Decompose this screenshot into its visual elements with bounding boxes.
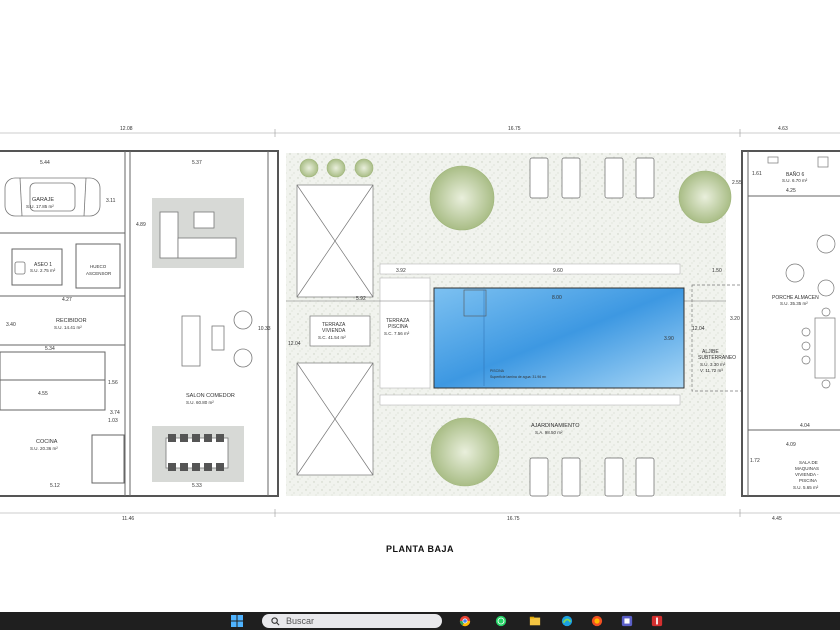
room-garaje-name: GARAJE xyxy=(32,197,54,203)
room-maquinas-name4: PISCINA xyxy=(799,478,817,483)
dim-recibidor-w: 4.27 xyxy=(62,297,72,303)
dim-pool-w: 9.60 xyxy=(553,268,563,274)
dim-salon-top: 5.37 xyxy=(192,160,202,166)
taskbar: Buscar xyxy=(0,612,840,630)
room-piscina-name: PISCINA xyxy=(490,369,505,373)
dim-salon-side: 4.89 xyxy=(136,222,146,228)
dim-pool-right: 1.50 xyxy=(712,268,722,274)
room-ascensor-name2: ASCENSOR xyxy=(86,271,112,276)
room-ascensor-name: HUECO xyxy=(90,264,107,269)
dim-pool-left: 3.92 xyxy=(396,268,406,274)
room-aljibe-area: S.U. 3.30 m² xyxy=(700,362,726,367)
dim-cocina-w: 4.55 xyxy=(38,391,48,397)
dim-cocina-top: 5.34 xyxy=(45,346,55,352)
browser-icon[interactable] xyxy=(560,615,574,627)
room-aseo-area: S.U. 2.75 m² xyxy=(30,268,56,273)
room-terraza-vivienda-area: S.C. 41.54 m² xyxy=(318,335,346,340)
room-aljibe-area2: V: 11.72 m³ xyxy=(700,368,723,373)
room-recibidor-name: RECIBIDOR xyxy=(56,318,87,324)
room-maquinas-area: S.U. 5.65 m² xyxy=(793,485,819,490)
red-app-icon[interactable] xyxy=(650,615,664,627)
dim-cocina-side: 3.74 xyxy=(110,410,120,416)
dim-pool-h: 3.90 xyxy=(664,336,674,342)
dim-cocina-v1: 1.56 xyxy=(108,380,118,386)
dim-recibidor-h: 3.40 xyxy=(6,322,16,328)
files-icon[interactable] xyxy=(528,615,542,627)
chrome-icon[interactable] xyxy=(458,615,472,627)
room-terraza-piscina-area: S.C. 7.56 m² xyxy=(384,331,410,336)
dim-garaje-w: 5.44 xyxy=(40,160,50,166)
dim-bottom-mid: 16.75 xyxy=(507,516,520,522)
dim-pool-inner-w: 8.00 xyxy=(552,295,562,301)
toilet-icon xyxy=(14,261,26,275)
room-garaje-area: S.U. 17.85 m² xyxy=(26,204,54,209)
dim-terraza-h: 12.04 xyxy=(288,341,301,347)
room-ajardinamiento-area: S.A. 98.50 m² xyxy=(535,430,563,435)
floor-plan: 12.08 16.75 4.63 11.46 16.75 4.45 GARAJE… xyxy=(0,126,840,522)
room-terraza-piscina-name2: PISCINA xyxy=(388,324,409,330)
room-salon-name: SALON COMEDOR xyxy=(186,393,235,399)
dim-salon-mid: 10.33 xyxy=(258,326,271,332)
room-maquinas-name: SALA DE xyxy=(799,460,818,465)
dim-top-left: 12.08 xyxy=(120,126,133,132)
search-placeholder: Buscar xyxy=(286,616,315,626)
sofa-area xyxy=(152,198,244,268)
pool xyxy=(433,287,685,389)
lounge-furniture xyxy=(181,310,253,368)
room-cocina-area: S.U. 20.36 m² xyxy=(30,446,58,451)
dim-maquinas-v: 1.72 xyxy=(750,458,760,464)
dim-bottom-right: 4.45 xyxy=(772,516,782,522)
dim-bano-w: 4.25 xyxy=(786,188,796,194)
search-icon xyxy=(271,617,280,626)
dim-cocina-v2: 1.03 xyxy=(108,418,118,424)
room-porche-area: S.U. 35.35 m² xyxy=(780,301,808,306)
room-aljibe-name2: SUBTERRANEO xyxy=(698,355,736,361)
dim-maquinas-w: 4.09 xyxy=(786,442,796,448)
dim-bano-h: 2.55 xyxy=(732,180,742,186)
room-maquinas-name3: VIVIENDA - xyxy=(795,472,819,477)
dim-bottom-left: 11.46 xyxy=(122,516,134,522)
room-piscina-area: Superficie lamina de agua: 31.96 m² xyxy=(490,375,547,379)
room-terraza-vivienda-name2: VIVIENDA xyxy=(322,328,346,334)
room-maquinas-name2: MAQUINAS xyxy=(795,466,819,471)
dim-porche-w: 4.04 xyxy=(800,423,810,429)
whatsapp-icon[interactable] xyxy=(494,615,508,627)
app-icon-2[interactable] xyxy=(620,615,634,627)
room-ajardinamiento-name: AJARDINAMIENTO xyxy=(531,423,580,429)
dim-aljibe-h: 3.20 xyxy=(730,316,740,322)
room-bano-area: S.U. 6.70 m² xyxy=(782,178,808,183)
porche-furniture xyxy=(785,234,836,389)
plan-title: PLANTA BAJA xyxy=(386,544,454,554)
dim-salon-bottom: 5.33 xyxy=(192,483,202,489)
dining-table-area xyxy=(152,426,244,482)
dim-top-mid: 16.75 xyxy=(508,126,521,132)
dim-top-right: 4.63 xyxy=(778,126,788,132)
windows-icon[interactable] xyxy=(230,615,244,627)
room-recibidor-area: S.U. 14.41 m² xyxy=(54,325,82,330)
bathroom-fixtures xyxy=(767,156,829,168)
room-bano-name: BAÑO 6 xyxy=(786,171,805,178)
dim-bano-v: 1.61 xyxy=(752,171,762,177)
dim-cocina-bottom: 5.12 xyxy=(50,483,60,489)
room-cocina-name: COCINA xyxy=(36,439,58,445)
search-input[interactable]: Buscar xyxy=(262,614,442,628)
dim-garaje-h: 3.11 xyxy=(106,198,116,204)
room-salon-area: S.U. 60.80 m² xyxy=(186,400,214,405)
app-icon[interactable] xyxy=(590,615,604,627)
dim-aljibe-v: 12.04 xyxy=(692,326,705,332)
